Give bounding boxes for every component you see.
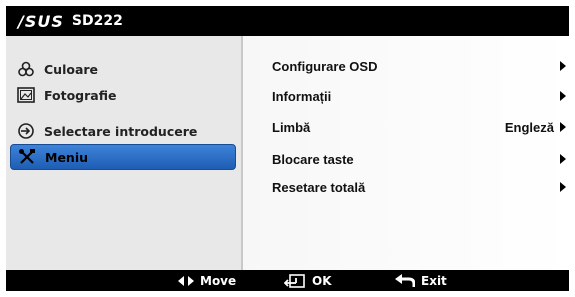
right-menu-label: Blocare taste <box>272 151 354 167</box>
return-arrow-icon <box>395 273 415 288</box>
arrow-right-icon <box>560 154 566 164</box>
right-menu-item-configurare-osd[interactable]: Configurare OSD <box>272 56 572 76</box>
title-bar: /SUS SD222 <box>6 6 569 36</box>
enter-icon <box>284 273 306 288</box>
ok-label: OK <box>312 273 332 288</box>
image-icon <box>16 86 36 104</box>
right-menu-item-blocare-taste[interactable]: Blocare taste <box>272 149 572 169</box>
left-right-arrows-icon <box>178 275 194 286</box>
arrow-right-icon <box>560 182 566 192</box>
ok-hint[interactable]: OK <box>284 270 332 291</box>
left-menu-label: Selectare introducere <box>44 123 198 139</box>
right-menu-item-resetare-totala[interactable]: Resetare totală <box>272 177 572 197</box>
left-menu-label: Fotografie <box>44 87 117 103</box>
exit-hint[interactable]: Exit <box>395 270 447 291</box>
model-name: SD222 <box>71 13 123 29</box>
footer-bar: Move OK Exit <box>6 270 569 291</box>
left-menu-item-selectare-introducere[interactable]: Selectare introducere <box>16 120 236 142</box>
osd-window: /SUS SD222 Culoare Fotografie Selectare … <box>6 6 569 291</box>
left-menu-item-culoare[interactable]: Culoare <box>16 58 236 80</box>
right-menu-label: Resetare totală <box>272 179 366 195</box>
arrow-right-icon <box>560 61 566 71</box>
arrow-right-icon <box>560 91 566 101</box>
input-icon <box>16 122 36 140</box>
left-menu-item-meniu[interactable]: Meniu <box>10 144 236 170</box>
right-menu-label: Configurare OSD <box>272 58 378 74</box>
move-hint[interactable]: Move <box>178 270 236 291</box>
arrow-right-icon <box>560 122 566 132</box>
right-menu-label: Informații <box>272 88 332 104</box>
exit-label: Exit <box>421 273 447 288</box>
move-label: Move <box>200 273 237 288</box>
brand-logo: /SUS <box>18 11 64 31</box>
color-icon <box>16 60 36 78</box>
right-menu-item-informatii[interactable]: Informații <box>272 86 572 106</box>
language-value: Engleză <box>504 119 554 135</box>
tools-icon <box>17 148 37 166</box>
right-menu-label: Limbă <box>272 119 311 135</box>
right-menu-item-limba[interactable]: Limbă Engleză <box>272 117 572 137</box>
left-menu-label: Culoare <box>44 61 99 77</box>
left-menu-label: Meniu <box>45 149 88 165</box>
left-menu-item-fotografie[interactable]: Fotografie <box>16 84 236 106</box>
